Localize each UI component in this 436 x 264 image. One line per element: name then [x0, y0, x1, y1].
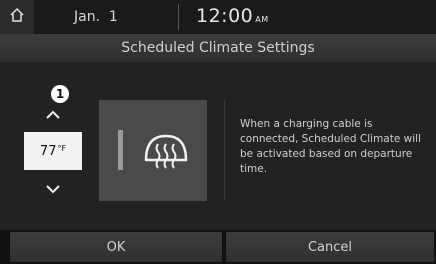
temperature-unit: °F [57, 143, 67, 153]
chevron-down-icon [46, 179, 60, 198]
panel-divider [224, 100, 225, 200]
home-button[interactable] [0, 0, 34, 34]
page-title: Scheduled Climate Settings [0, 34, 436, 62]
front-defrost-icon [143, 130, 189, 174]
temperature-display: 77 °F [24, 132, 82, 170]
ok-button[interactable]: OK [10, 232, 222, 262]
chevron-up-icon [46, 104, 60, 123]
temperature-up-button[interactable] [24, 101, 82, 125]
time-text: 12:00 [196, 5, 254, 27]
cancel-button[interactable]: Cancel [226, 232, 434, 262]
info-text: When a charging cable is connected, Sche… [240, 118, 421, 175]
status-bar: Jan. 1 12:00 AM [0, 0, 436, 34]
ampm-text: AM [255, 15, 269, 24]
home-icon [9, 7, 25, 27]
temperature-value: 77 [39, 143, 57, 159]
defrost-indicator [118, 130, 123, 170]
date-text: Jan. 1 [74, 9, 118, 25]
temperature-down-button[interactable] [24, 176, 82, 200]
status-divider [178, 4, 179, 30]
clock: 12:00 AM [196, 5, 269, 27]
front-defrost-button[interactable] [99, 100, 207, 201]
